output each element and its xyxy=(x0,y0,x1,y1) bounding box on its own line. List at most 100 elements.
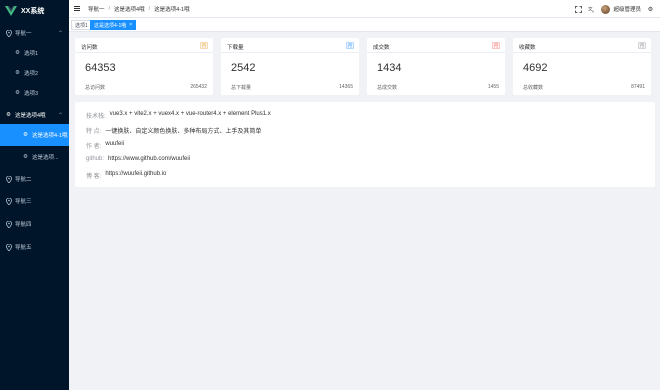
settings-icon[interactable]: ⚙ xyxy=(647,6,654,13)
card-value: 1434 xyxy=(377,62,402,74)
stat-card-visits: 访问数 月 64353 总访问数 265432 xyxy=(75,38,213,95)
github-link[interactable]: https://www.github.com/wuufeii xyxy=(108,156,190,162)
menu-label: 这是选项4-1哦 xyxy=(32,133,68,139)
app-logo[interactable]: XX系统 xyxy=(0,0,69,22)
menu-label: 选项2 xyxy=(24,71,39,77)
svg-text:A: A xyxy=(592,9,595,13)
info-key: 技术栈: xyxy=(86,114,106,120)
location-icon xyxy=(5,29,12,37)
gear-icon: ⚙ xyxy=(23,154,28,160)
menu-nav5[interactable]: 导航五 xyxy=(0,236,69,258)
menu-nav3[interactable]: 导航三 xyxy=(0,190,69,212)
menu-label: 导航二 xyxy=(15,177,32,183)
card-total-label: 总下载量 xyxy=(231,85,252,91)
user-name[interactable]: 超级管理员 xyxy=(613,5,641,13)
breadcrumb-item[interactable]: 导航一 xyxy=(88,5,105,13)
avatar[interactable] xyxy=(601,4,611,14)
menu-nav2[interactable]: 导航二 xyxy=(0,168,69,190)
card-value: 64353 xyxy=(85,62,116,74)
card-total-label: 总收藏数 xyxy=(523,85,544,91)
chevron-up-icon: ⌃ xyxy=(57,112,63,119)
gear-icon: ⚙ xyxy=(15,90,20,96)
card-total-value: 265432 xyxy=(190,84,207,90)
location-icon xyxy=(5,220,12,228)
vue-logo-icon xyxy=(5,6,17,16)
gear-icon: ⚙ xyxy=(15,70,20,76)
breadcrumb-item[interactable]: 这是选项4哦 xyxy=(114,5,145,13)
info-row-features: 特 点: 一键换肤、自定义颜色换肤、多种布局方式、上手及其简单 xyxy=(86,126,261,135)
menu-label: 导航三 xyxy=(15,199,32,205)
card-total-value: 1455 xyxy=(487,84,499,90)
gear-icon: ⚙ xyxy=(15,50,20,56)
tab-option1[interactable]: 选项1 xyxy=(71,20,92,30)
fullscreen-icon[interactable] xyxy=(575,5,583,13)
period-badge: 月 xyxy=(346,42,354,49)
sidebar: XX系统 导航一 ⌃ ⚙ 选项1 ⚙ 选项2 ⚙ 选项3 ⚙ 这是选项4哦 ⌃ … xyxy=(0,0,69,390)
card-title: 下载量 xyxy=(227,45,244,51)
period-badge: 月 xyxy=(200,42,208,49)
menu-toggle-icon[interactable] xyxy=(74,6,80,11)
card-value: 4692 xyxy=(523,62,548,74)
menu-label: 导航五 xyxy=(15,245,32,251)
menu-nav4[interactable]: 导航四 xyxy=(0,213,69,235)
breadcrumb: 导航一 / 这是选项4哦 / 这是选项4-1哦 xyxy=(88,5,190,13)
stat-card-downloads: 下载量 月 2542 总下载量 14365 xyxy=(221,38,359,95)
info-key: 作 者: xyxy=(86,144,102,150)
menu-label: 选项3 xyxy=(24,91,39,97)
card-title: 访问数 xyxy=(81,45,98,51)
tab-option4-1[interactable]: 这是选项4-1哦 × xyxy=(90,20,137,30)
gear-icon: ⚙ xyxy=(6,112,11,118)
card-total-label: 总访问数 xyxy=(85,85,106,91)
location-icon xyxy=(5,175,12,183)
period-badge: 月 xyxy=(638,42,646,49)
info-value: vue3.x + vite2.x + vuex4.x + vue-router4… xyxy=(109,111,271,117)
stat-card-favorites: 收藏数 月 4692 总收藏数 87491 xyxy=(513,38,651,95)
stat-card-deals: 成交数 月 1434 总成交数 1455 xyxy=(367,38,505,95)
divider xyxy=(367,52,505,53)
info-row-author: 作 者: wuufeii xyxy=(86,141,124,150)
menu-option4-2[interactable]: ⚙ 这是选项... xyxy=(0,146,69,168)
card-title: 收藏数 xyxy=(519,45,536,51)
period-badge: 月 xyxy=(492,42,500,49)
info-row-tech: 技术栈: vue3.x + vite2.x + vuex4.x + vue-ro… xyxy=(86,111,271,120)
menu-nav1[interactable]: 导航一 ⌃ xyxy=(0,22,69,44)
menu-label: 导航四 xyxy=(15,222,32,228)
blog-link[interactable]: https://wuufeii.github.io xyxy=(105,171,166,180)
menu-option3[interactable]: ⚙ 选项3 xyxy=(0,82,69,104)
breadcrumb-item: 这是选项4-1哦 xyxy=(154,6,190,13)
tab-label: 这是选项4-1哦 xyxy=(94,22,127,29)
info-key: 博 客: xyxy=(86,174,102,180)
tab-label: 选项1 xyxy=(75,22,88,29)
location-icon xyxy=(5,243,12,251)
header-tools: 文A 超级管理员 ⚙ xyxy=(575,0,654,18)
menu-label: 这是选项4哦 xyxy=(15,113,46,119)
divider xyxy=(75,52,213,53)
location-icon xyxy=(5,197,12,205)
project-info-panel: 技术栈: vue3.x + vite2.x + vuex4.x + vue-ro… xyxy=(75,102,655,187)
menu-label: 选项1 xyxy=(24,51,39,57)
gear-icon: ⚙ xyxy=(23,132,28,138)
divider xyxy=(221,52,359,53)
menu-option4[interactable]: ⚙ 这是选项4哦 ⌃ xyxy=(0,104,69,126)
menu-label: 导航一 xyxy=(15,31,32,37)
menu-label: 这是选项... xyxy=(32,155,59,161)
card-total-label: 总成交数 xyxy=(377,85,398,91)
info-key: 特 点: xyxy=(86,129,102,135)
close-icon[interactable]: × xyxy=(129,22,132,28)
menu-option2[interactable]: ⚙ 选项2 xyxy=(0,62,69,84)
info-key: github: xyxy=(86,156,105,162)
tabs-bar: 选项1 这是选项4-1哦 × xyxy=(69,18,660,32)
menu-option1[interactable]: ⚙ 选项1 xyxy=(0,42,69,64)
card-total-value: 87491 xyxy=(631,84,645,90)
info-row-github: github: https://www.github.com/wuufeii xyxy=(86,156,190,162)
info-row-blog: 博 客: https://wuufeii.github.io xyxy=(86,171,166,180)
app-title: XX系统 xyxy=(21,8,45,15)
top-header: 导航一 / 这是选项4哦 / 这是选项4-1哦 文A 超级管理员 ⚙ xyxy=(69,0,660,18)
card-title: 成交数 xyxy=(373,45,390,51)
divider xyxy=(513,52,651,53)
info-value: wuufeii xyxy=(105,141,125,147)
info-value: 一键换肤、自定义颜色换肤、多种布局方式、上手及其简单 xyxy=(105,129,262,135)
card-value: 2542 xyxy=(231,62,256,74)
language-icon[interactable]: 文A xyxy=(588,6,595,13)
menu-option4-1[interactable]: ⚙ 这是选项4-1哦 xyxy=(0,124,69,146)
